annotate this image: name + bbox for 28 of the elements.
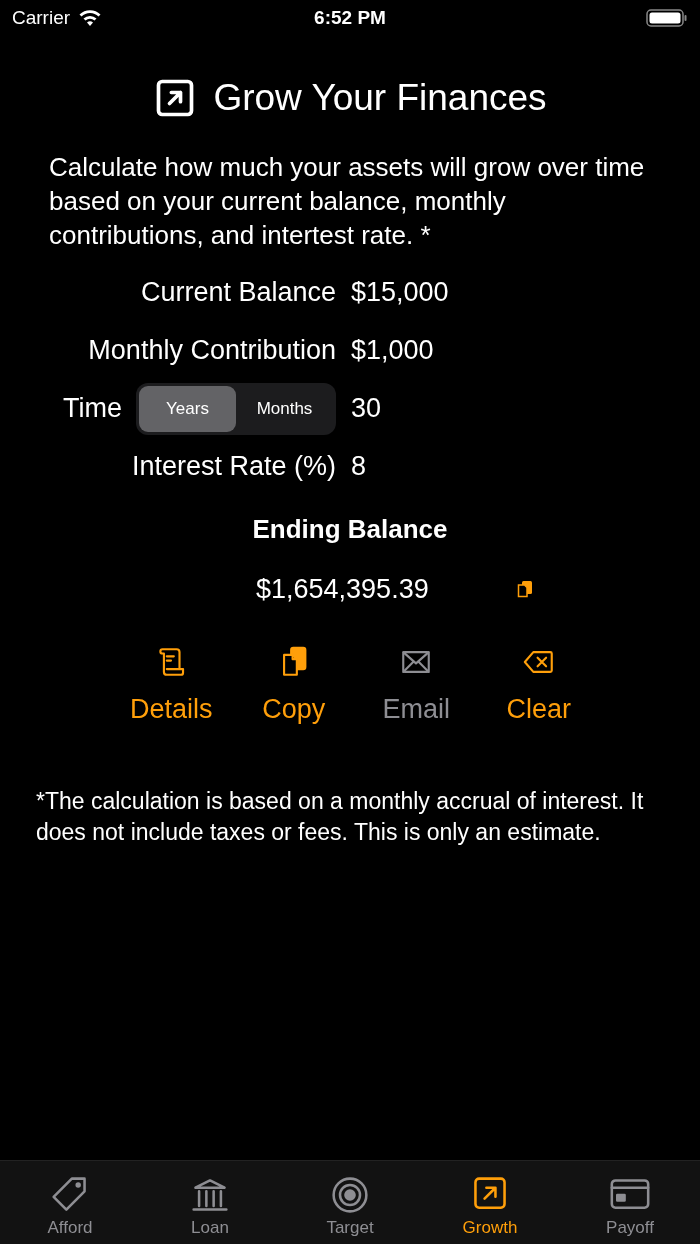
description: Calculate how much your assets will grow over time based on your current balance, monthly contributions, and intertest rate. * bbox=[49, 150, 646, 252]
result-label: Ending Balance bbox=[251, 512, 449, 546]
field-value[interactable]: 30 bbox=[351, 388, 382, 429]
field-value[interactable]: $15,000 bbox=[351, 272, 449, 313]
carrier-label: Carrier bbox=[12, 5, 71, 30]
copy-icon[interactable] bbox=[516, 579, 533, 598]
tab-item[interactable]: Afford bbox=[0, 1161, 140, 1244]
action-button[interactable]: Details bbox=[110, 645, 233, 730]
tab-item[interactable]: Target bbox=[280, 1161, 420, 1244]
footnote: *The calculation is based on a monthly accrual of interest. It does not include taxes or fees. This is only an estimate. bbox=[36, 786, 645, 847]
result-value: $1,654,395.39 bbox=[256, 572, 429, 606]
action-button[interactable]: Clear bbox=[477, 645, 600, 730]
tab-item[interactable]: Growth bbox=[420, 1161, 560, 1244]
tab-item[interactable]: Payoff bbox=[560, 1161, 700, 1244]
segment-tab[interactable]: Months bbox=[236, 385, 333, 432]
battery-icon bbox=[646, 8, 688, 28]
page-title: Grow Your Finances bbox=[213, 76, 547, 120]
wifi-icon bbox=[78, 9, 103, 27]
tab-item[interactable]: Loan bbox=[140, 1161, 280, 1244]
field-value[interactable]: $1,000 bbox=[351, 330, 434, 371]
field-label: Current Balance bbox=[139, 276, 336, 310]
field-value[interactable]: 8 bbox=[351, 446, 367, 487]
clock: 6:52 PM bbox=[314, 5, 386, 30]
field-label: Interest Rate (%) bbox=[130, 450, 336, 484]
action-button[interactable]: Copy bbox=[232, 645, 355, 730]
field-label: Time bbox=[63, 392, 122, 426]
segment-tab[interactable]: Years bbox=[139, 385, 236, 432]
field-label: Monthly Contribution bbox=[87, 334, 336, 368]
